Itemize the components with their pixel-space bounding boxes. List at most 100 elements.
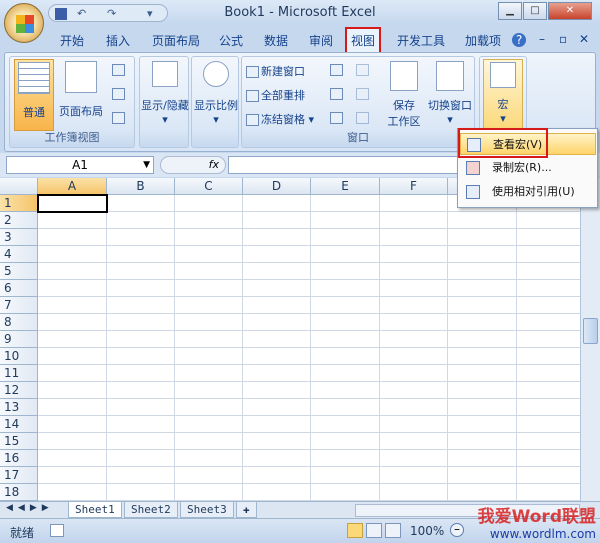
column-header[interactable]: C <box>175 178 243 195</box>
row-header[interactable]: 16 <box>0 450 38 467</box>
tab-home[interactable]: 开始 <box>56 30 88 51</box>
full-screen-icon[interactable] <box>112 111 127 124</box>
redo-icon[interactable]: ↷ <box>107 8 119 20</box>
row-header[interactable]: 3 <box>0 229 38 246</box>
switch-windows-button[interactable]: 切换窗口 ▾ <box>424 59 476 126</box>
undo-icon[interactable]: ↶ <box>77 8 89 20</box>
vertical-scrollbar[interactable] <box>580 178 600 501</box>
tab-developer[interactable]: 开发工具 <box>393 30 449 51</box>
side-by-side-icon[interactable] <box>356 63 371 76</box>
row-header[interactable]: 15 <box>0 433 38 450</box>
row-header[interactable]: 6 <box>0 280 38 297</box>
scroll-thumb[interactable] <box>583 318 598 344</box>
save-workspace-button[interactable]: 保存 工作区 <box>382 59 426 129</box>
normal-view-button[interactable]: 普通 <box>14 59 54 131</box>
sheet-tab-2[interactable]: Sheet2 <box>124 502 178 518</box>
gridline <box>38 279 580 280</box>
dropdown-arrow-icon: ▾ <box>213 113 219 126</box>
column-header[interactable]: E <box>311 178 380 195</box>
new-window-button[interactable]: 新建窗口 <box>246 63 305 79</box>
dropdown-arrow-icon: ▾ <box>162 113 168 126</box>
normal-view-icon[interactable] <box>347 523 363 538</box>
row-header[interactable]: 10 <box>0 348 38 365</box>
page-break-preview-icon[interactable] <box>112 63 127 76</box>
row-header[interactable]: 1 <box>0 195 38 212</box>
column-header[interactable]: D <box>243 178 311 195</box>
arrange-all-button[interactable]: 全部重排 <box>246 87 305 103</box>
sheet-tab-3[interactable]: Sheet3 <box>180 502 234 518</box>
chevron-down-icon: ▼ <box>143 160 150 170</box>
watermark-url: www.wordlm.com <box>489 527 596 541</box>
close-button[interactable]: ✕ <box>548 2 592 20</box>
page-layout-view-button[interactable]: 页面布局 <box>56 59 106 119</box>
gridline <box>174 195 175 501</box>
row-header[interactable]: 5 <box>0 263 38 280</box>
freeze-panes-button[interactable]: 冻结窗格 ▾ <box>246 111 314 127</box>
customize-qat-icon[interactable]: ▾ <box>147 8 159 20</box>
zoom-level[interactable]: 100% <box>410 524 444 538</box>
macro-record-icon[interactable] <box>50 524 64 537</box>
tab-add-ins[interactable]: 加载项 <box>461 30 505 51</box>
insert-sheet-icon[interactable]: ✚ <box>236 502 257 518</box>
split-icon[interactable] <box>330 63 345 76</box>
tab-page-layout[interactable]: 页面布局 <box>148 30 204 51</box>
row-header[interactable]: 2 <box>0 212 38 229</box>
row-header[interactable]: 4 <box>0 246 38 263</box>
tab-review[interactable]: 审阅 <box>305 30 337 51</box>
ribbon-close-icon[interactable]: ✕ <box>575 30 593 48</box>
macros-button[interactable]: 宏 ▾ <box>483 59 523 131</box>
group-show-hide: 显示/隐藏 ▾ <box>139 56 189 148</box>
reset-position-icon[interactable] <box>356 111 371 124</box>
switch-windows-icon <box>436 61 464 91</box>
page-break-view-icon[interactable] <box>385 523 401 538</box>
zoom-button[interactable]: 显示比例 ▾ <box>192 59 240 126</box>
name-box[interactable]: A1 ▼ <box>6 156 154 174</box>
column-header[interactable]: B <box>107 178 175 195</box>
custom-views-icon[interactable] <box>112 87 127 100</box>
select-all-corner[interactable] <box>0 178 38 195</box>
row-header[interactable]: 14 <box>0 416 38 433</box>
row-header[interactable]: 17 <box>0 467 38 484</box>
gridline <box>38 398 580 399</box>
sync-scroll-icon[interactable] <box>356 87 371 100</box>
office-button[interactable] <box>4 3 44 43</box>
row-header[interactable]: 9 <box>0 331 38 348</box>
ribbon-minimize-icon[interactable]: – <box>535 30 549 48</box>
row-header[interactable]: 8 <box>0 314 38 331</box>
tab-view[interactable]: 视图 <box>345 27 382 54</box>
dropdown-arrow-icon: ▾ <box>500 112 506 125</box>
title-bar: Book1 - Microsoft Excel ↶ ↷ ▾ ▁ □ ✕ <box>0 0 600 26</box>
tab-formulas[interactable]: 公式 <box>215 30 247 51</box>
freeze-icon <box>246 114 259 126</box>
column-header[interactable]: F <box>380 178 448 195</box>
menu-item-record-macro[interactable]: 录制宏(R)... <box>460 157 596 179</box>
help-icon[interactable]: ? <box>512 33 527 47</box>
menu-item-relative-reference[interactable]: 使用相对引用(U) <box>460 181 596 203</box>
sheet-tab-1[interactable]: Sheet1 <box>68 502 122 518</box>
office-logo-icon <box>16 15 34 33</box>
tab-data[interactable]: 数据 <box>260 30 292 51</box>
restore-button[interactable]: □ <box>523 2 547 20</box>
hide-icon[interactable] <box>330 87 345 100</box>
page-layout-view-icon[interactable] <box>366 523 382 538</box>
sheet-nav-arrows-icon[interactable]: ◀◀▶▶ <box>6 503 54 513</box>
unhide-icon[interactable] <box>330 111 345 124</box>
minimize-button[interactable]: ▁ <box>498 2 522 20</box>
column-header[interactable]: A <box>38 178 107 195</box>
row-header[interactable]: 18 <box>0 484 38 501</box>
row-header[interactable]: 11 <box>0 365 38 382</box>
row-header[interactable]: 7 <box>0 297 38 314</box>
gridline <box>379 195 380 501</box>
row-header[interactable]: 12 <box>0 382 38 399</box>
magnifier-icon <box>203 61 229 87</box>
ribbon-restore-icon[interactable]: ▫ <box>555 30 571 48</box>
zoom-out-icon[interactable]: – <box>450 523 464 537</box>
show-hide-button[interactable]: 显示/隐藏 ▾ <box>140 59 190 126</box>
gridline <box>516 195 517 501</box>
insert-function-button[interactable]: fx <box>160 156 226 174</box>
tab-insert[interactable]: 插入 <box>102 30 134 51</box>
save-icon[interactable] <box>55 8 67 20</box>
row-header[interactable]: 13 <box>0 399 38 416</box>
worksheet-grid[interactable]: ABCDEFG123456789101112131415161718 <box>0 178 580 501</box>
active-cell-a1[interactable] <box>37 194 108 213</box>
